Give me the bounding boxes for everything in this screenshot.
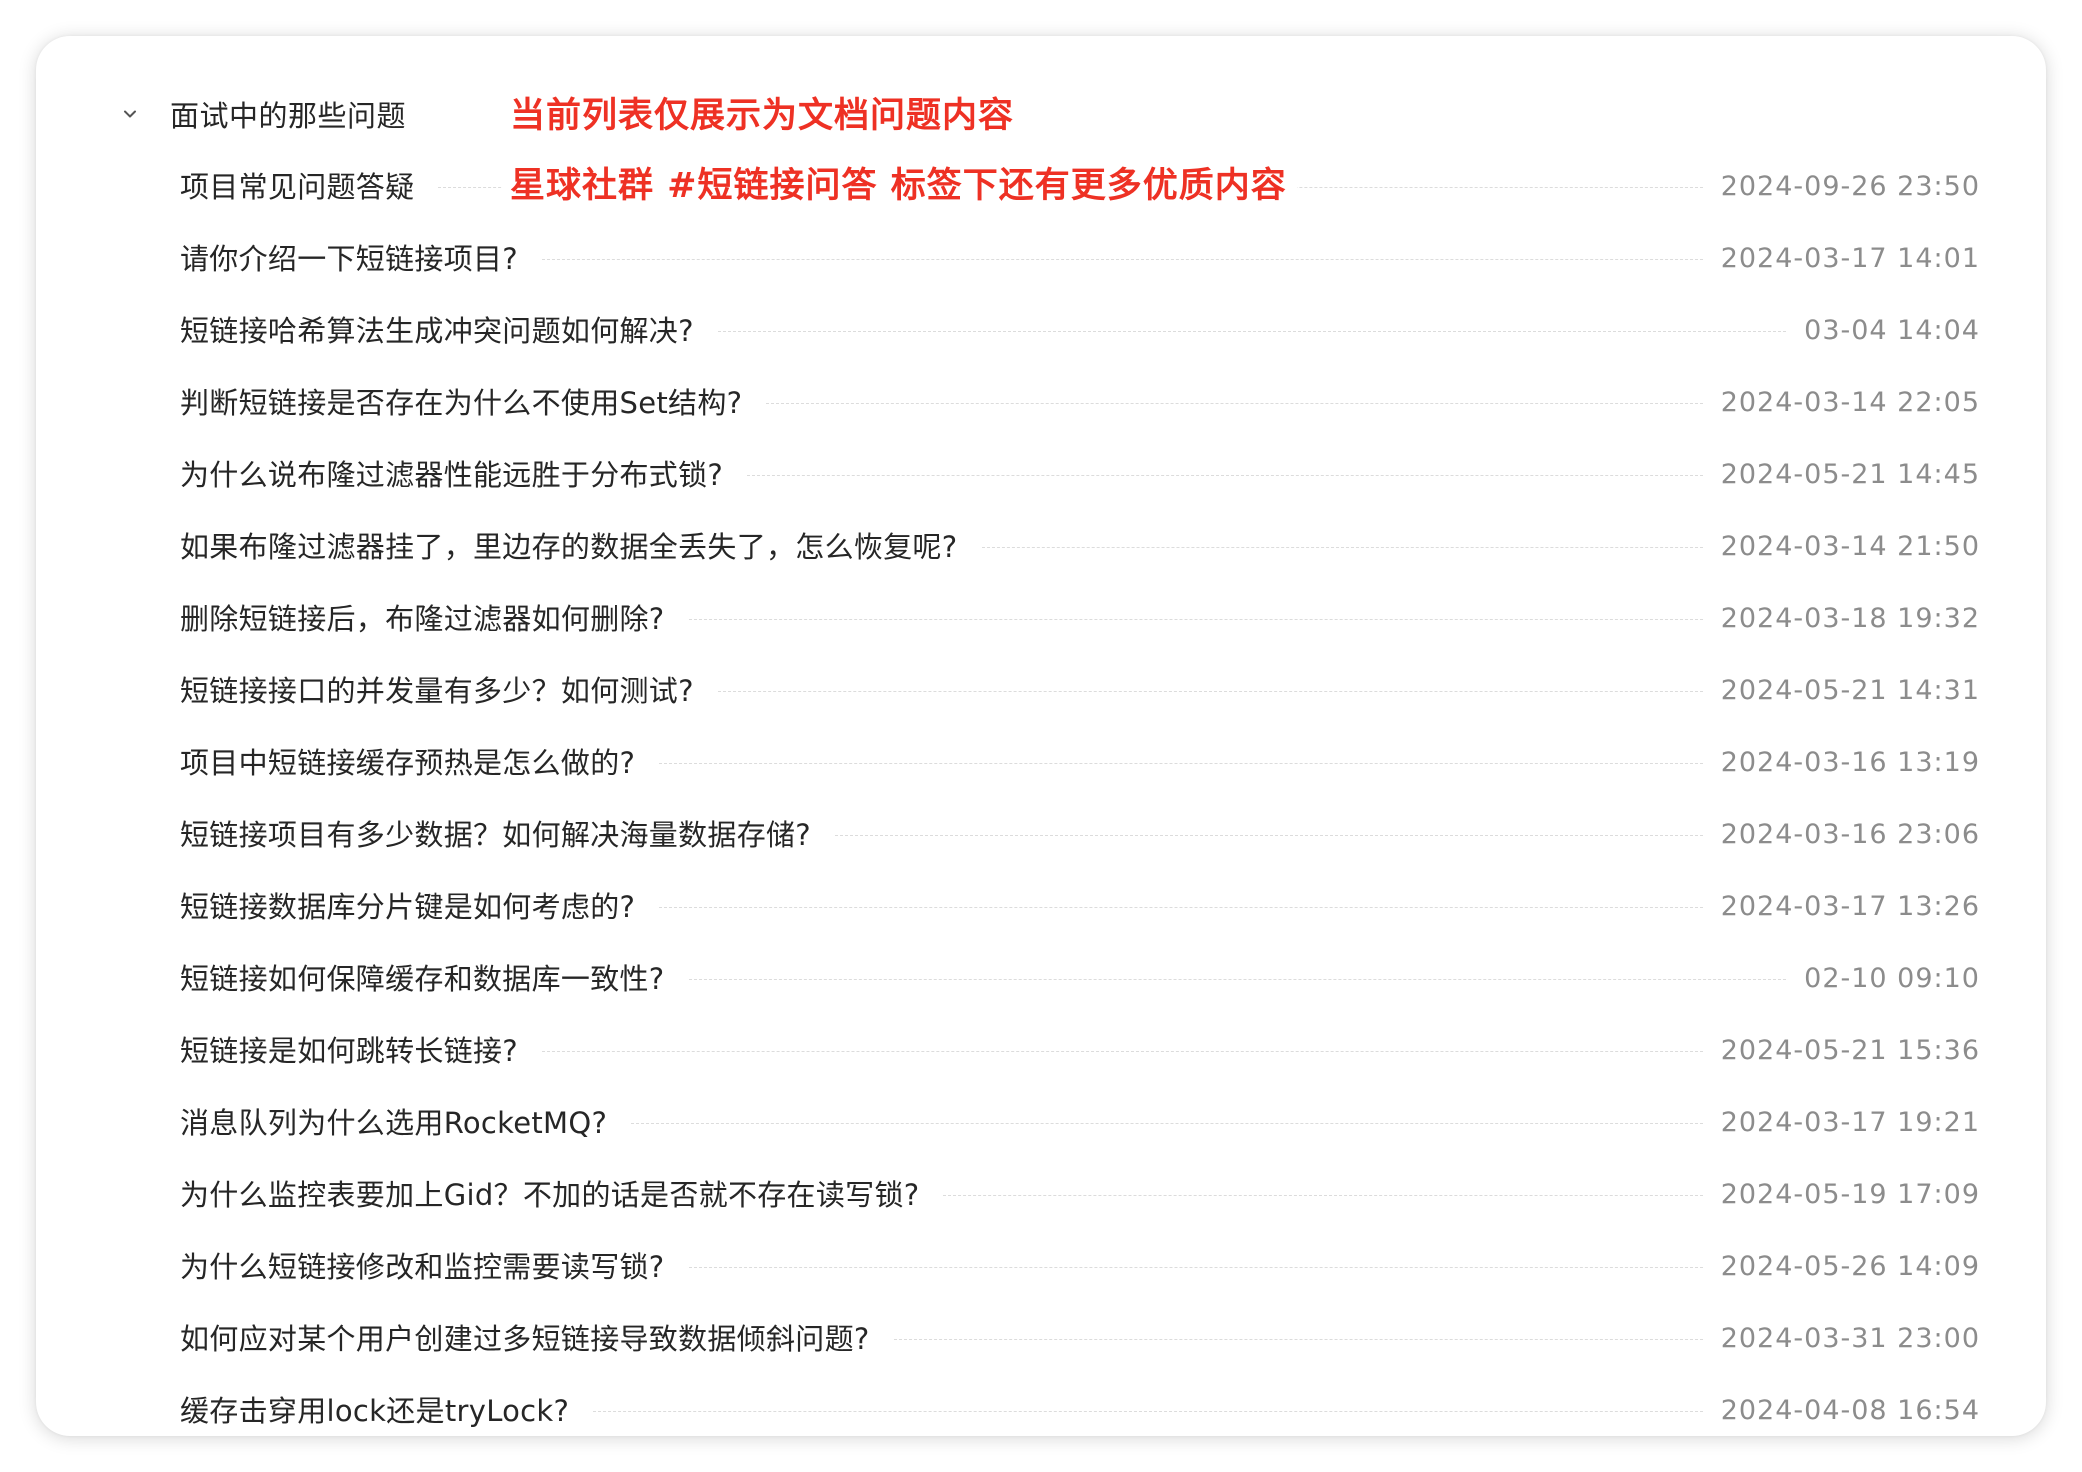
item-date: 2024-03-31 23:00 — [1720, 1323, 1980, 1354]
dotted-leader — [943, 1195, 1703, 1196]
list-item[interactable]: 如何应对某个用户创建过多短链接导致数据倾斜问题? 2024-03-31 23:00 — [36, 1303, 2046, 1375]
item-date: 2024-03-17 14:01 — [1720, 243, 1980, 274]
item-title[interactable]: 项目中短链接缓存预热是怎么做的? — [180, 727, 659, 799]
item-title[interactable]: 短链接项目有多少数据？如何解决海量数据存储? — [180, 799, 835, 871]
item-title[interactable]: 如果布隆过滤器挂了，里边存的数据全丢失了，怎么恢复呢? — [180, 511, 982, 583]
item-title[interactable]: 判断短链接是否存在为什么不使用Set结构? — [180, 367, 766, 439]
dotted-leader — [659, 763, 1703, 764]
dotted-leader — [689, 979, 1786, 980]
list-item[interactable]: 为什么说布隆过滤器性能远胜于分布式锁? 2024-05-21 14:45 — [36, 439, 2046, 511]
group-title: 面试中的那些问题 — [170, 99, 407, 133]
list-item[interactable]: 短链接接口的并发量有多少？如何测试? 2024-05-21 14:31 — [36, 655, 2046, 727]
document-list: 项目常见问题答疑 2024-09-26 23:50 请你介绍一下短链接项目? 2024… — [36, 151, 2046, 1447]
group-header[interactable]: 面试中的那些问题 — [116, 88, 406, 140]
dotted-leader — [718, 691, 1703, 692]
list-item[interactable]: 删除短链接后，布隆过滤器如何删除? 2024-03-18 19:32 — [36, 583, 2046, 655]
chevron-down-icon[interactable] — [116, 100, 144, 128]
dotted-leader — [593, 1411, 1703, 1412]
item-date: 2024-03-14 21:50 — [1720, 531, 1980, 562]
item-title[interactable]: 消息队列为什么选用RocketMQ? — [180, 1087, 631, 1159]
item-date: 2024-05-21 14:45 — [1720, 459, 1980, 490]
list-item[interactable]: 缓存击穿用lock还是tryLock? 2024-04-08 16:54 — [36, 1375, 2046, 1447]
dotted-leader — [835, 835, 1703, 836]
item-title[interactable]: 为什么短链接修改和监控需要读写锁? — [180, 1231, 689, 1303]
item-date: 2024-09-26 23:50 — [1720, 171, 1980, 202]
list-item[interactable]: 短链接是如何跳转长链接? 2024-05-21 15:36 — [36, 1015, 2046, 1087]
dotted-leader — [982, 547, 1703, 548]
item-title[interactable]: 项目常见问题答疑 — [180, 151, 438, 223]
dotted-leader — [718, 331, 1786, 332]
item-title[interactable]: 请你介绍一下短链接项目? — [180, 223, 542, 295]
item-title[interactable]: 短链接接口的并发量有多少？如何测试? — [180, 655, 718, 727]
list-item[interactable]: 如果布隆过滤器挂了，里边存的数据全丢失了，怎么恢复呢? 2024-03-14 21… — [36, 511, 2046, 583]
list-item[interactable]: 短链接数据库分片键是如何考虑的? 2024-03-17 13:26 — [36, 871, 2046, 943]
item-date: 2024-03-16 13:19 — [1720, 747, 1980, 778]
item-title[interactable]: 短链接哈希算法生成冲突问题如何解决? — [180, 295, 718, 367]
list-item[interactable]: 短链接如何保障缓存和数据库一致性? 02-10 09:10 — [36, 943, 2046, 1015]
item-title[interactable]: 为什么说布隆过滤器性能远胜于分布式锁? — [180, 439, 747, 511]
item-title[interactable]: 短链接如何保障缓存和数据库一致性? — [180, 943, 689, 1015]
item-date: 2024-03-16 23:06 — [1720, 819, 1980, 850]
dotted-leader — [689, 619, 1703, 620]
item-date: 2024-03-18 19:32 — [1720, 603, 1980, 634]
item-date: 2024-03-17 13:26 — [1720, 891, 1980, 922]
item-date: 2024-05-21 14:31 — [1720, 675, 1980, 706]
dotted-leader — [542, 1051, 1703, 1052]
item-title[interactable]: 如何应对某个用户创建过多短链接导致数据倾斜问题? — [180, 1303, 894, 1375]
item-title[interactable]: 短链接是如何跳转长链接? — [180, 1015, 542, 1087]
dotted-leader — [542, 259, 1703, 260]
document-list-card: 面试中的那些问题 当前列表仅展示为文档问题内容 星球社群 #短链接问答 标签下还… — [36, 36, 2046, 1436]
item-title[interactable]: 短链接数据库分片键是如何考虑的? — [180, 871, 659, 943]
item-date: 03-04 14:04 — [1804, 315, 1980, 346]
dotted-leader — [659, 907, 1703, 908]
item-date: 2024-04-08 16:54 — [1720, 1395, 1980, 1426]
item-date: 2024-03-17 19:21 — [1720, 1107, 1980, 1138]
list-item[interactable]: 为什么短链接修改和监控需要读写锁? 2024-05-26 14:09 — [36, 1231, 2046, 1303]
list-item[interactable]: 项目中短链接缓存预热是怎么做的? 2024-03-16 13:19 — [36, 727, 2046, 799]
item-date: 2024-05-19 17:09 — [1720, 1179, 1980, 1210]
list-item[interactable]: 消息队列为什么选用RocketMQ? 2024-03-17 19:21 — [36, 1087, 2046, 1159]
list-item[interactable]: 短链接哈希算法生成冲突问题如何解决? 03-04 14:04 — [36, 295, 2046, 367]
dotted-leader — [631, 1123, 1703, 1124]
list-item[interactable]: 短链接项目有多少数据？如何解决海量数据存储? 2024-03-16 23:06 — [36, 799, 2046, 871]
item-title[interactable]: 为什么监控表要加上Gid？不加的话是否就不存在读写锁? — [180, 1159, 943, 1231]
list-item[interactable]: 判断短链接是否存在为什么不使用Set结构? 2024-03-14 22:05 — [36, 367, 2046, 439]
dotted-leader — [747, 475, 1703, 476]
item-date: 2024-05-21 15:36 — [1720, 1035, 1980, 1066]
item-date: 2024-03-14 22:05 — [1720, 387, 1980, 418]
list-item[interactable]: 为什么监控表要加上Gid？不加的话是否就不存在读写锁? 2024-05-19 17… — [36, 1159, 2046, 1231]
dotted-leader — [689, 1267, 1703, 1268]
item-title[interactable]: 缓存击穿用lock还是tryLock? — [180, 1375, 593, 1447]
item-title[interactable]: 删除短链接后，布隆过滤器如何删除? — [180, 583, 689, 655]
dotted-leader — [894, 1339, 1703, 1340]
item-date: 02-10 09:10 — [1804, 963, 1980, 994]
notice-line-1: 当前列表仅展示为文档问题内容 — [502, 88, 1025, 144]
list-item[interactable]: 请你介绍一下短链接项目? 2024-03-17 14:01 — [36, 223, 2046, 295]
dotted-leader — [766, 403, 1703, 404]
notice-line-2: 星球社群 #短链接问答 标签下还有更多优质内容 — [502, 158, 1297, 214]
item-date: 2024-05-26 14:09 — [1720, 1251, 1980, 1282]
